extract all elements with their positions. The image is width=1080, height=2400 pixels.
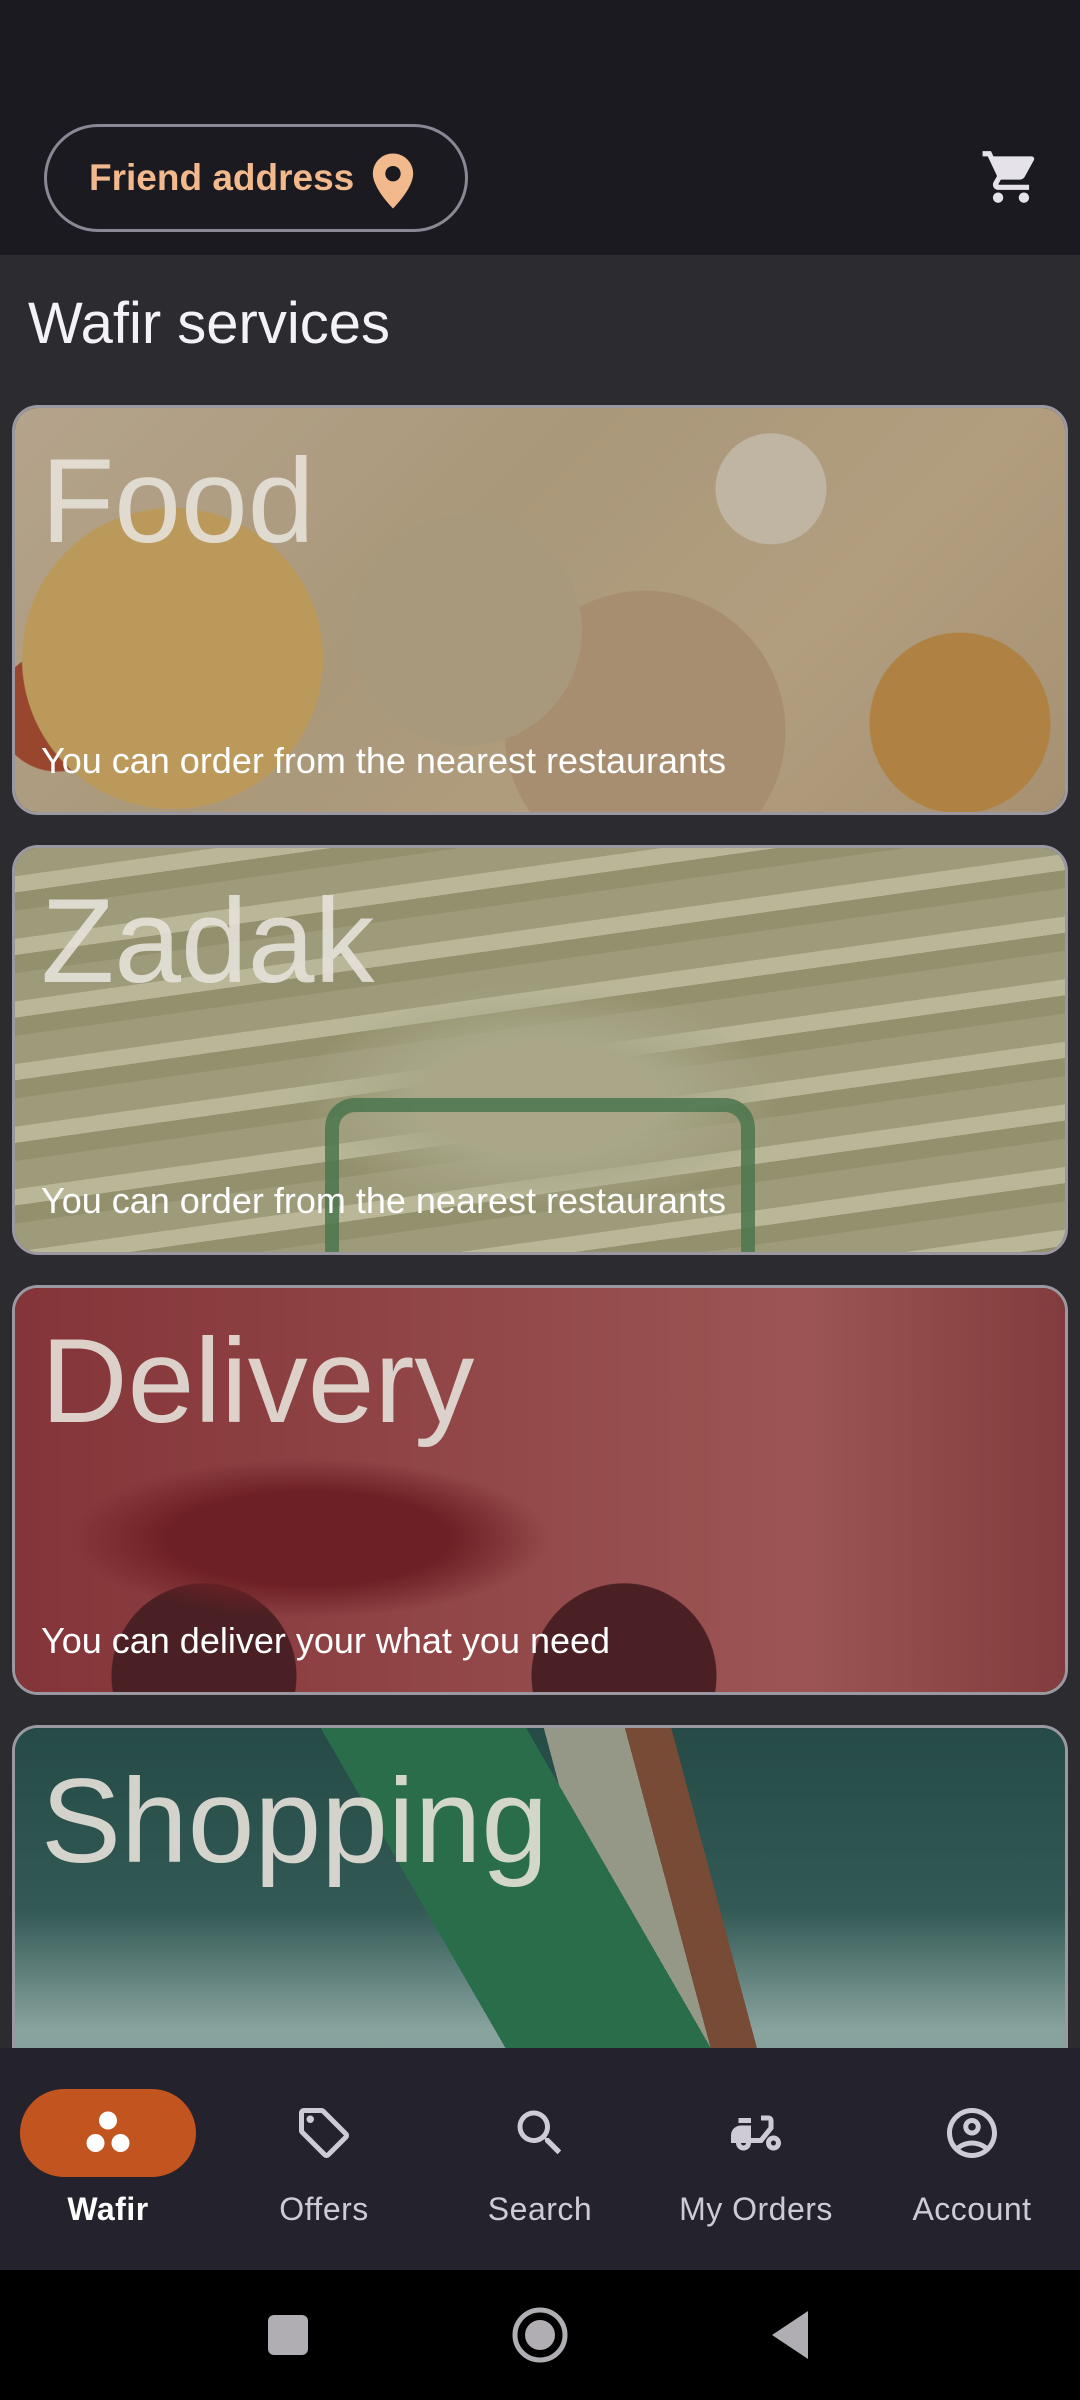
service-card-delivery[interactable]: Delivery You can deliver your what you n… bbox=[12, 1285, 1068, 1695]
nav-active-indicator bbox=[20, 2089, 196, 2177]
wafir-app-screen: Friend address Wafir services Food You c… bbox=[0, 0, 1080, 2400]
nav-label: Account bbox=[912, 2191, 1032, 2227]
top-app-bar: Friend address bbox=[0, 0, 1080, 255]
nav-item-my-orders[interactable]: My Orders bbox=[648, 2048, 864, 2270]
service-description: You can order from the nearest restauran… bbox=[41, 740, 727, 781]
nav-label: Search bbox=[487, 2191, 593, 2227]
nav-label: Offers bbox=[279, 2191, 369, 2227]
location-pin-icon bbox=[372, 153, 414, 209]
system-navigation-bar bbox=[0, 2270, 1080, 2400]
wafir-dots-icon bbox=[86, 2111, 130, 2152]
back-button[interactable] bbox=[764, 2307, 820, 2363]
service-card-shopping[interactable]: Shopping bbox=[12, 1725, 1068, 2048]
service-description: You can deliver your what you need bbox=[41, 1620, 611, 1661]
recents-button[interactable] bbox=[264, 2307, 312, 2363]
section-title: Wafir services bbox=[28, 291, 390, 356]
nav-item-offers[interactable]: Offers bbox=[216, 2048, 432, 2270]
nav-item-wafir[interactable]: Wafir bbox=[0, 2048, 216, 2270]
service-name: Food bbox=[41, 434, 315, 568]
account-circle-icon bbox=[947, 2108, 997, 2158]
service-card-zadak[interactable]: Zadak You can order from the nearest res… bbox=[12, 845, 1068, 1255]
service-card-food[interactable]: Food You can order from the nearest rest… bbox=[12, 405, 1068, 815]
address-selector-button[interactable]: Friend address bbox=[44, 124, 468, 232]
nav-label: Wafir bbox=[67, 2191, 149, 2227]
service-name: Delivery bbox=[41, 1314, 475, 1448]
home-button[interactable] bbox=[508, 2307, 572, 2363]
service-name: Zadak bbox=[41, 874, 375, 1008]
service-name: Shopping bbox=[41, 1754, 549, 1888]
services-content: Wafir services Food You can order from t… bbox=[0, 255, 1080, 2048]
service-description: You can order from the nearest restauran… bbox=[41, 1180, 727, 1221]
shopping-cart-icon[interactable] bbox=[980, 146, 1042, 208]
address-label: Friend address bbox=[89, 157, 355, 198]
bottom-navigation: Wafir Offers Search My Orders Account bbox=[0, 2048, 1080, 2270]
search-icon bbox=[517, 2110, 562, 2155]
scooter-icon bbox=[731, 2115, 781, 2151]
nav-label: My Orders bbox=[679, 2191, 833, 2227]
nav-item-account[interactable]: Account bbox=[864, 2048, 1080, 2270]
tag-icon bbox=[299, 2108, 349, 2158]
nav-item-search[interactable]: Search bbox=[432, 2048, 648, 2270]
